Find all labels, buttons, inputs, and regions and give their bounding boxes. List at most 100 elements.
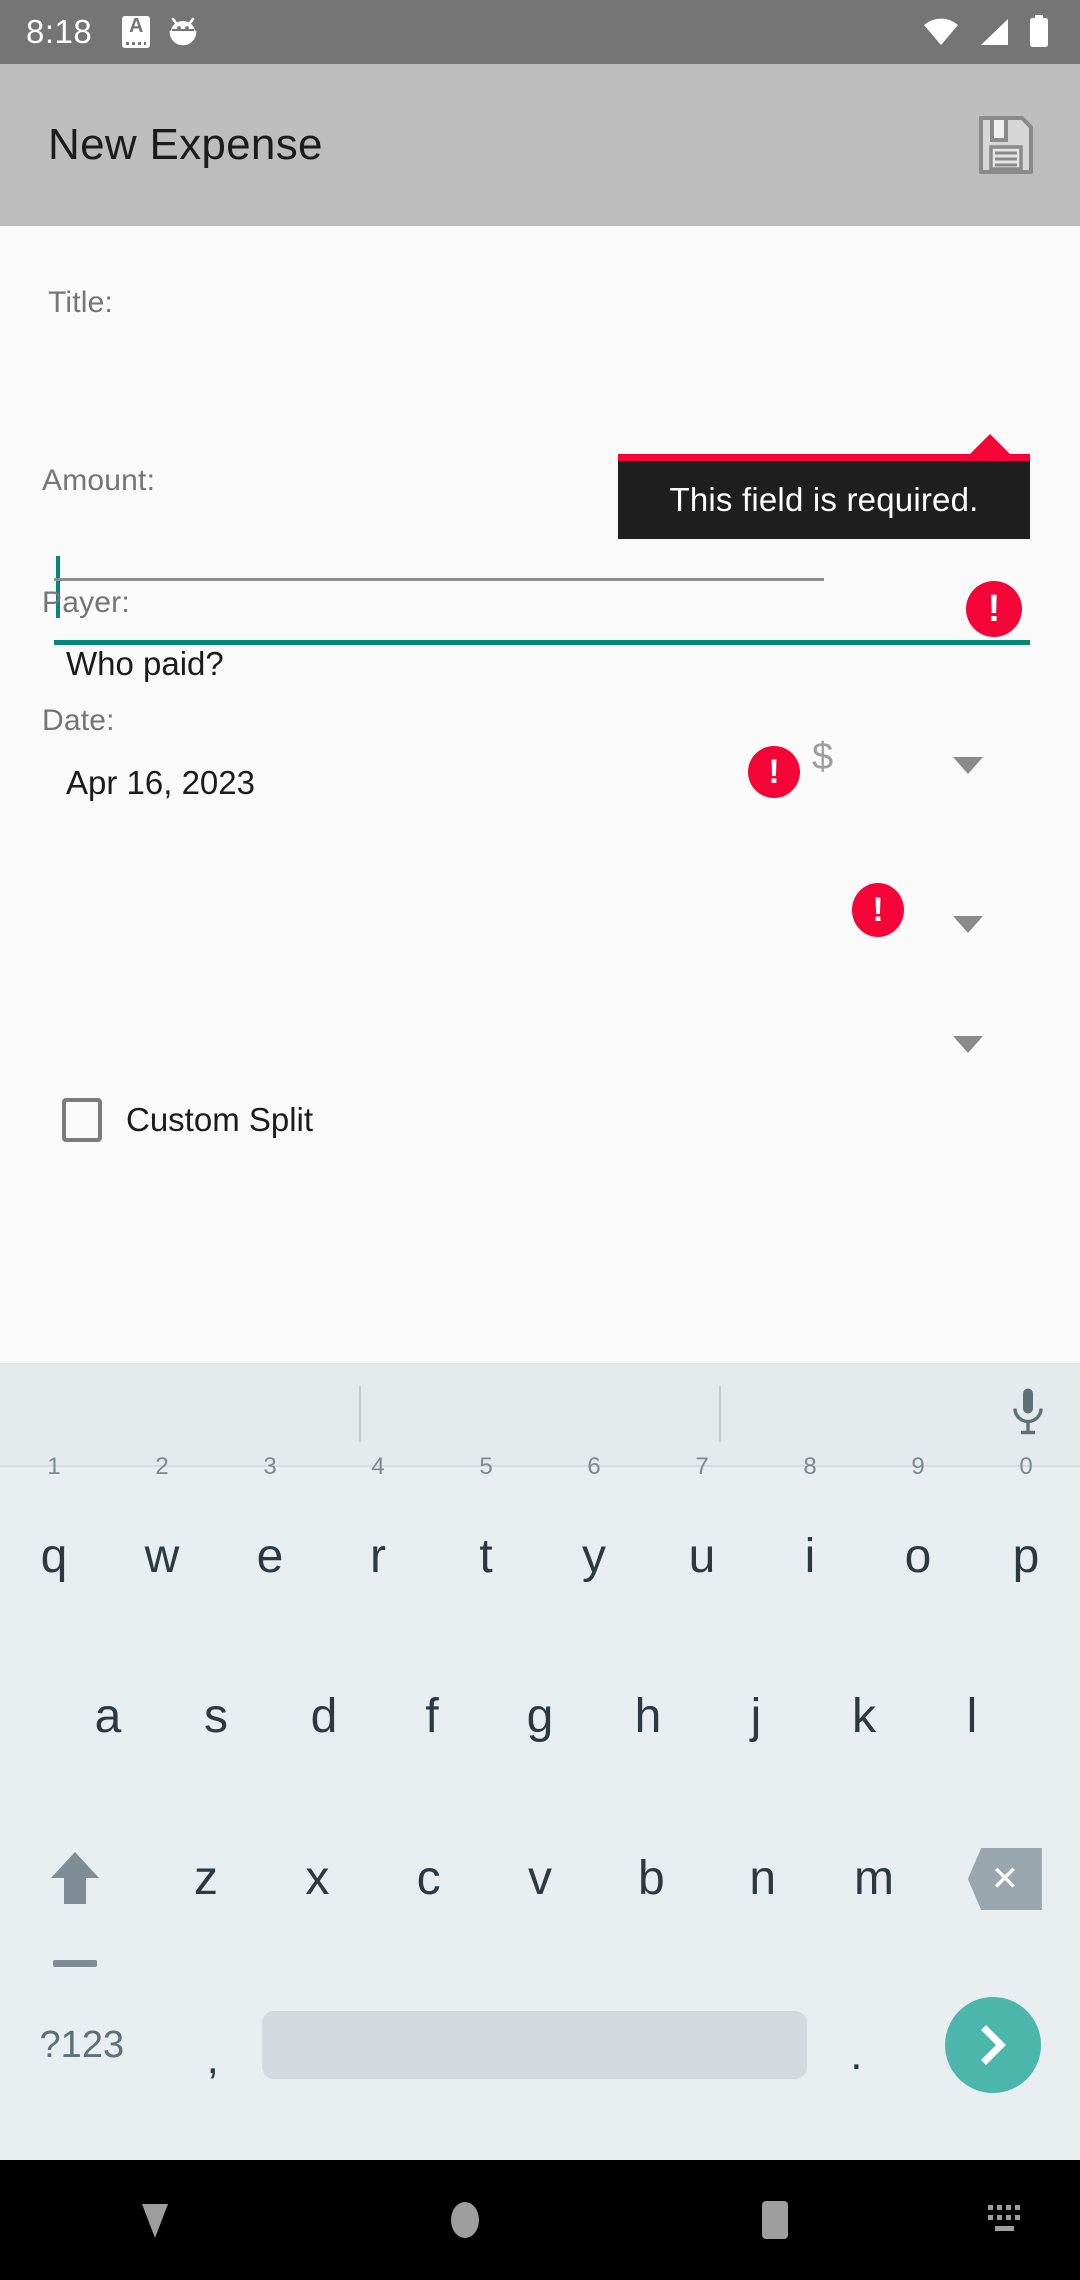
key-q[interactable]: 1 q xyxy=(0,1453,108,1623)
key-label-b: b xyxy=(638,1852,665,1905)
suggestion-slot-1[interactable] xyxy=(0,1363,359,1465)
voice-input-button[interactable] xyxy=(1010,1387,1046,1442)
symbols-key-label: ?123 xyxy=(39,2024,125,2066)
period-key-label: . xyxy=(850,2030,863,2079)
payer-error-badge[interactable]: ! xyxy=(852,883,904,937)
key-label-y: y xyxy=(582,1530,606,1583)
keyboard-row-1: 1 q 2 w 3 e 4 r 5 t 6 y 7 u 8 i 9 o 0 p xyxy=(0,1453,1080,1623)
enter-key-surface xyxy=(944,1997,1041,2093)
comma-key-label: , xyxy=(206,2034,219,2083)
symbols-key[interactable]: ?123 xyxy=(0,2026,164,2064)
shift-icon xyxy=(51,1852,100,1904)
navigation-bar xyxy=(0,2160,1080,2280)
key-f[interactable]: f xyxy=(378,1651,486,1783)
key-r[interactable]: 4 r xyxy=(324,1453,432,1623)
date-field-label: Date: xyxy=(42,704,115,737)
tooltip-arrow xyxy=(968,434,1012,456)
key-o[interactable]: 9 o xyxy=(864,1453,972,1623)
status-bar-notification-icons: A xyxy=(122,16,198,48)
backspace-key[interactable]: ✕ xyxy=(930,1813,1080,1945)
android-screen: 8:18 A New Expense Title: ! Amount: ! $ … xyxy=(0,0,1080,2280)
key-v[interactable]: v xyxy=(484,1813,595,1945)
key-label-i: i xyxy=(804,1530,816,1583)
back-collapse-icon xyxy=(142,2204,168,2238)
custom-split-row[interactable]: Custom Split xyxy=(62,1098,313,1142)
key-n[interactable]: n xyxy=(707,1813,818,1945)
custom-split-label: Custom Split xyxy=(126,1101,314,1138)
nav-recents-button[interactable] xyxy=(620,2196,930,2244)
custom-split-checkbox[interactable] xyxy=(62,1098,102,1142)
key-hint-u: 7 xyxy=(695,1453,709,1480)
nav-home-button[interactable] xyxy=(310,2196,620,2244)
key-label-r: r xyxy=(370,1530,386,1583)
key-u[interactable]: 7 u xyxy=(648,1453,756,1623)
key-i[interactable]: 8 i xyxy=(756,1453,864,1623)
key-z[interactable]: z xyxy=(150,1813,261,1945)
period-key[interactable]: . xyxy=(807,2023,905,2077)
key-j[interactable]: j xyxy=(702,1651,810,1783)
key-d[interactable]: d xyxy=(270,1651,378,1783)
keyboard-switch-icon xyxy=(988,2205,1020,2231)
key-label-v: v xyxy=(528,1852,553,1905)
nav-keyboard-switch-button[interactable] xyxy=(930,2199,1080,2241)
payer-value[interactable]: Who paid? xyxy=(66,645,224,683)
key-label-f: f xyxy=(425,1690,439,1743)
key-h[interactable]: h xyxy=(594,1651,702,1783)
status-bar-system-icons xyxy=(922,15,1050,49)
key-label-h: h xyxy=(634,1690,662,1743)
key-t[interactable]: 5 t xyxy=(432,1453,540,1623)
expense-form: Title: ! Amount: ! $ Payer: Who paid? ! … xyxy=(0,226,1080,1363)
key-label-u: u xyxy=(688,1530,716,1583)
suggestion-slot-2[interactable] xyxy=(361,1363,720,1465)
key-g[interactable]: g xyxy=(486,1651,594,1783)
keyboard-row-2: a s d f g h j k l xyxy=(0,1651,1080,1783)
page-title: New Expense xyxy=(48,120,323,169)
battery-icon xyxy=(1030,15,1048,47)
amount-error-badge[interactable]: ! xyxy=(748,746,800,798)
key-x[interactable]: x xyxy=(262,1813,373,1945)
currency-symbol[interactable]: $ xyxy=(812,736,833,779)
key-k[interactable]: k xyxy=(810,1651,918,1783)
date-dropdown-arrow[interactable] xyxy=(953,1036,983,1053)
nav-back-button[interactable] xyxy=(0,2198,310,2242)
key-p[interactable]: 0 p xyxy=(972,1453,1080,1623)
key-hint-t: 5 xyxy=(479,1453,493,1480)
key-hint-w: 2 xyxy=(155,1453,169,1480)
key-hint-r: 4 xyxy=(371,1453,385,1480)
android-notification-icon xyxy=(169,17,197,46)
shift-key[interactable] xyxy=(0,1813,150,1967)
key-hint-p: 0 xyxy=(1019,1453,1033,1480)
currency-dropdown-arrow[interactable] xyxy=(953,757,983,774)
title-error-badge[interactable]: ! xyxy=(966,581,1022,637)
space-key[interactable] xyxy=(261,2011,808,2079)
title-field-label: Title: xyxy=(48,286,114,319)
key-label-z: z xyxy=(193,1852,218,1905)
save-button[interactable] xyxy=(968,107,1044,183)
enter-key[interactable] xyxy=(905,1997,1080,2093)
payer-dropdown-arrow[interactable] xyxy=(953,916,983,933)
enter-chevron-icon xyxy=(980,2025,1006,2065)
payer-field-label: Payer: xyxy=(42,586,130,619)
key-y[interactable]: 6 y xyxy=(540,1453,648,1623)
date-value[interactable]: Apr 16, 2023 xyxy=(66,764,255,802)
app-bar: New Expense xyxy=(0,64,1080,226)
key-c[interactable]: c xyxy=(373,1813,484,1945)
recents-icon xyxy=(762,2201,788,2239)
key-a[interactable]: a xyxy=(54,1651,162,1783)
key-m[interactable]: m xyxy=(818,1813,929,1945)
home-icon xyxy=(451,2202,479,2238)
key-label-q: q xyxy=(40,1530,68,1583)
key-w[interactable]: 2 w xyxy=(108,1453,216,1623)
keyboard-row-4: ?123 , . xyxy=(0,1975,1080,2115)
comma-key[interactable]: , xyxy=(164,2023,262,2081)
key-b[interactable]: b xyxy=(596,1813,707,1945)
key-hint-e: 3 xyxy=(263,1453,277,1480)
key-e[interactable]: 3 e xyxy=(216,1453,324,1623)
key-l[interactable]: l xyxy=(918,1651,1026,1783)
key-label-j: j xyxy=(750,1690,762,1743)
key-s[interactable]: s xyxy=(162,1651,270,1783)
cellular-signal-icon xyxy=(981,19,1008,45)
key-label-s: s xyxy=(204,1690,228,1743)
key-label-c: c xyxy=(416,1852,441,1905)
spacebar-surface xyxy=(261,2011,808,2079)
